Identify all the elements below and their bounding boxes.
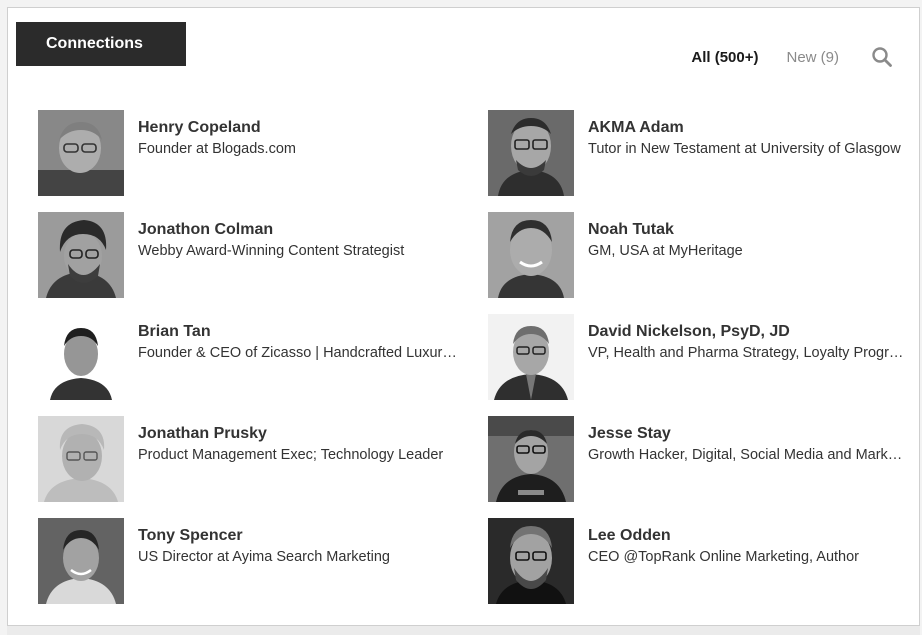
avatar[interactable] xyxy=(488,110,574,196)
avatar[interactable] xyxy=(38,314,124,400)
connection-headline: Webby Award-Winning Content Strategist xyxy=(138,243,405,259)
connection-headline: GM, USA at MyHeritage xyxy=(588,243,743,259)
avatar[interactable] xyxy=(488,314,574,400)
connection-card[interactable]: Brian Tan Founder & CEO of Zicasso | Han… xyxy=(38,314,488,416)
connection-card[interactable]: Tony Spencer US Director at Ayima Search… xyxy=(38,518,488,620)
connection-card[interactable]: Lee Odden CEO @TopRank Online Marketing,… xyxy=(488,518,918,620)
connection-card[interactable]: Noah Tutak GM, USA at MyHeritage xyxy=(488,212,918,314)
connections-tab[interactable]: Connections xyxy=(16,22,186,66)
avatar[interactable] xyxy=(38,212,124,298)
avatar[interactable] xyxy=(488,518,574,604)
avatar[interactable] xyxy=(488,416,574,502)
connection-name[interactable]: Lee Odden xyxy=(588,526,908,545)
avatar[interactable] xyxy=(38,518,124,604)
connection-card[interactable]: Jesse Stay Growth Hacker, Digital, Socia… xyxy=(488,416,918,518)
connection-card[interactable]: David Nickelson, PsyD, JD VP, Health and… xyxy=(488,314,918,416)
filter-all[interactable]: All (500+) xyxy=(691,49,758,66)
avatar[interactable] xyxy=(488,212,574,298)
connection-name[interactable]: Henry Copeland xyxy=(138,118,458,137)
search-icon[interactable] xyxy=(871,46,893,68)
connection-filters: All (500+) New (9) xyxy=(691,46,893,68)
avatar[interactable] xyxy=(38,416,124,502)
connections-grid: Henry Copeland Founder at Blogads.com AK… xyxy=(38,110,918,620)
connection-card[interactable]: AKMA Adam Tutor in New Testament at Univ… xyxy=(488,110,918,212)
connection-headline: US Director at Ayima Search Marketing xyxy=(138,549,390,565)
connection-name[interactable]: AKMA Adam xyxy=(588,118,908,137)
connections-panel: Connections All (500+) New (9) Henry Cop… xyxy=(7,7,920,626)
connection-headline: CEO @TopRank Online Marketing, Author xyxy=(588,549,860,565)
connection-name[interactable]: Tony Spencer xyxy=(138,526,458,545)
connection-name[interactable]: Noah Tutak xyxy=(588,220,908,239)
connection-name[interactable]: Jonathan Prusky xyxy=(138,424,458,443)
connection-card[interactable]: Henry Copeland Founder at Blogads.com xyxy=(38,110,488,212)
connection-headline: Founder & CEO of Zicasso | Handcrafted L… xyxy=(138,345,458,361)
connection-name[interactable]: David Nickelson, PsyD, JD xyxy=(588,322,908,341)
filter-new[interactable]: New (9) xyxy=(786,49,839,66)
connection-headline: Product Management Exec; Technology Lead… xyxy=(138,447,444,463)
connection-headline: VP, Health and Pharma Strategy, Loyalty … xyxy=(588,345,908,361)
connection-headline: Founder at Blogads.com xyxy=(138,141,296,157)
panel-footer-divider xyxy=(7,626,920,635)
connection-name[interactable]: Brian Tan xyxy=(138,322,458,341)
connection-name[interactable]: Jesse Stay xyxy=(588,424,908,443)
connection-card[interactable]: Jonathan Prusky Product Management Exec;… xyxy=(38,416,488,518)
avatar[interactable] xyxy=(38,110,124,196)
connections-title: Connections xyxy=(46,35,143,52)
connection-headline: Growth Hacker, Digital, Social Media and… xyxy=(588,447,908,463)
connection-headline: Tutor in New Testament at University of … xyxy=(588,141,901,157)
connection-card[interactable]: Jonathon Colman Webby Award-Winning Cont… xyxy=(38,212,488,314)
connection-name[interactable]: Jonathon Colman xyxy=(138,220,458,239)
